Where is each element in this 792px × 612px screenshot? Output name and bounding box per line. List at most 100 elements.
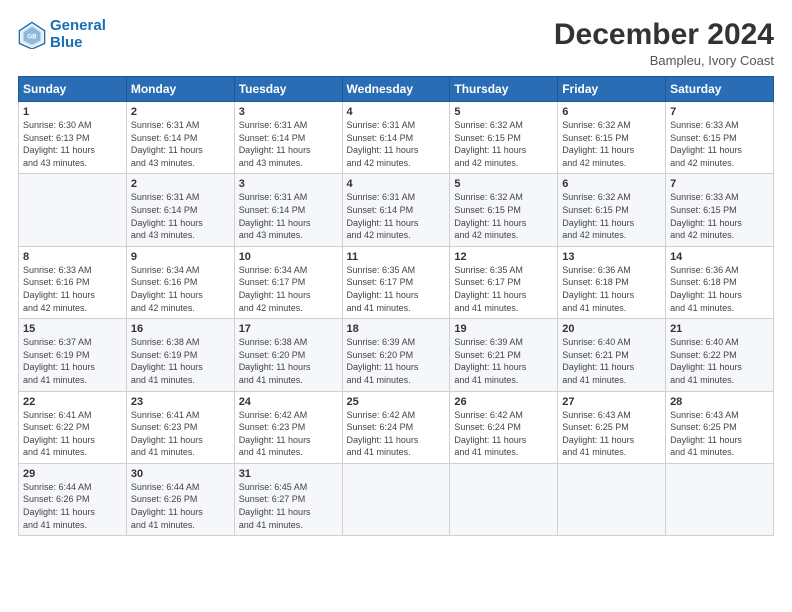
header: GB General Blue December 2024 Bampleu, I… xyxy=(18,18,774,68)
calendar-table: Sunday Monday Tuesday Wednesday Thursday… xyxy=(18,76,774,536)
day-number: 30 xyxy=(131,468,230,480)
table-cell: 3Sunrise: 6:31 AM Sunset: 6:14 PM Daylig… xyxy=(234,174,342,246)
day-info: Sunrise: 6:43 AM Sunset: 6:25 PM Dayligh… xyxy=(562,409,661,459)
day-number: 9 xyxy=(131,251,230,263)
day-info: Sunrise: 6:33 AM Sunset: 6:15 PM Dayligh… xyxy=(670,119,769,169)
table-row: 22Sunrise: 6:41 AM Sunset: 6:22 PM Dayli… xyxy=(19,391,774,463)
table-cell: 30Sunrise: 6:44 AM Sunset: 6:26 PM Dayli… xyxy=(126,463,234,535)
table-cell xyxy=(19,174,127,246)
day-number: 15 xyxy=(23,323,122,335)
table-cell: 23Sunrise: 6:41 AM Sunset: 6:23 PM Dayli… xyxy=(126,391,234,463)
day-info: Sunrise: 6:31 AM Sunset: 6:14 PM Dayligh… xyxy=(131,191,230,241)
day-info: Sunrise: 6:36 AM Sunset: 6:18 PM Dayligh… xyxy=(670,264,769,314)
col-saturday: Saturday xyxy=(666,77,774,102)
day-info: Sunrise: 6:33 AM Sunset: 6:15 PM Dayligh… xyxy=(670,191,769,241)
table-cell: 1Sunrise: 6:30 AM Sunset: 6:13 PM Daylig… xyxy=(19,102,127,174)
table-cell xyxy=(450,463,558,535)
table-cell: 31Sunrise: 6:45 AM Sunset: 6:27 PM Dayli… xyxy=(234,463,342,535)
day-info: Sunrise: 6:31 AM Sunset: 6:14 PM Dayligh… xyxy=(239,191,338,241)
table-cell: 9Sunrise: 6:34 AM Sunset: 6:16 PM Daylig… xyxy=(126,246,234,318)
table-cell: 8Sunrise: 6:33 AM Sunset: 6:16 PM Daylig… xyxy=(19,246,127,318)
table-cell: 26Sunrise: 6:42 AM Sunset: 6:24 PM Dayli… xyxy=(450,391,558,463)
day-info: Sunrise: 6:32 AM Sunset: 6:15 PM Dayligh… xyxy=(454,191,553,241)
day-info: Sunrise: 6:42 AM Sunset: 6:23 PM Dayligh… xyxy=(239,409,338,459)
table-cell: 29Sunrise: 6:44 AM Sunset: 6:26 PM Dayli… xyxy=(19,463,127,535)
day-info: Sunrise: 6:35 AM Sunset: 6:17 PM Dayligh… xyxy=(454,264,553,314)
day-number: 7 xyxy=(670,106,769,118)
svg-text:GB: GB xyxy=(27,33,37,40)
calendar-body: 1Sunrise: 6:30 AM Sunset: 6:13 PM Daylig… xyxy=(19,102,774,536)
day-number: 20 xyxy=(562,323,661,335)
logo-text: General Blue xyxy=(50,18,106,51)
day-info: Sunrise: 6:39 AM Sunset: 6:21 PM Dayligh… xyxy=(454,336,553,386)
table-cell: 27Sunrise: 6:43 AM Sunset: 6:25 PM Dayli… xyxy=(558,391,666,463)
day-info: Sunrise: 6:42 AM Sunset: 6:24 PM Dayligh… xyxy=(454,409,553,459)
table-cell xyxy=(558,463,666,535)
day-number: 5 xyxy=(454,106,553,118)
day-number: 22 xyxy=(23,396,122,408)
day-number: 13 xyxy=(562,251,661,263)
table-cell: 24Sunrise: 6:42 AM Sunset: 6:23 PM Dayli… xyxy=(234,391,342,463)
day-info: Sunrise: 6:40 AM Sunset: 6:22 PM Dayligh… xyxy=(670,336,769,386)
day-info: Sunrise: 6:41 AM Sunset: 6:23 PM Dayligh… xyxy=(131,409,230,459)
table-cell: 18Sunrise: 6:39 AM Sunset: 6:20 PM Dayli… xyxy=(342,319,450,391)
table-cell xyxy=(666,463,774,535)
day-number: 8 xyxy=(23,251,122,263)
day-info: Sunrise: 6:32 AM Sunset: 6:15 PM Dayligh… xyxy=(562,119,661,169)
day-number: 2 xyxy=(131,178,230,190)
day-number: 28 xyxy=(670,396,769,408)
day-info: Sunrise: 6:31 AM Sunset: 6:14 PM Dayligh… xyxy=(347,119,446,169)
table-cell: 5Sunrise: 6:32 AM Sunset: 6:15 PM Daylig… xyxy=(450,102,558,174)
month-title: December 2024 xyxy=(554,18,774,51)
day-number: 6 xyxy=(562,106,661,118)
day-number: 27 xyxy=(562,396,661,408)
day-number: 5 xyxy=(454,178,553,190)
day-info: Sunrise: 6:32 AM Sunset: 6:15 PM Dayligh… xyxy=(562,191,661,241)
logo-line1: General xyxy=(50,17,106,34)
day-number: 6 xyxy=(562,178,661,190)
table-row: 15Sunrise: 6:37 AM Sunset: 6:19 PM Dayli… xyxy=(19,319,774,391)
table-cell: 22Sunrise: 6:41 AM Sunset: 6:22 PM Dayli… xyxy=(19,391,127,463)
col-friday: Friday xyxy=(558,77,666,102)
logo-line2: Blue xyxy=(50,34,83,51)
col-sunday: Sunday xyxy=(19,77,127,102)
day-info: Sunrise: 6:45 AM Sunset: 6:27 PM Dayligh… xyxy=(239,481,338,531)
day-number: 10 xyxy=(239,251,338,263)
table-cell: 4Sunrise: 6:31 AM Sunset: 6:14 PM Daylig… xyxy=(342,174,450,246)
day-info: Sunrise: 6:34 AM Sunset: 6:17 PM Dayligh… xyxy=(239,264,338,314)
day-number: 24 xyxy=(239,396,338,408)
day-info: Sunrise: 6:34 AM Sunset: 6:16 PM Dayligh… xyxy=(131,264,230,314)
day-info: Sunrise: 6:44 AM Sunset: 6:26 PM Dayligh… xyxy=(23,481,122,531)
table-cell: 14Sunrise: 6:36 AM Sunset: 6:18 PM Dayli… xyxy=(666,246,774,318)
day-number: 17 xyxy=(239,323,338,335)
table-cell: 7Sunrise: 6:33 AM Sunset: 6:15 PM Daylig… xyxy=(666,102,774,174)
day-number: 31 xyxy=(239,468,338,480)
table-cell: 3Sunrise: 6:31 AM Sunset: 6:14 PM Daylig… xyxy=(234,102,342,174)
table-cell: 13Sunrise: 6:36 AM Sunset: 6:18 PM Dayli… xyxy=(558,246,666,318)
day-info: Sunrise: 6:40 AM Sunset: 6:21 PM Dayligh… xyxy=(562,336,661,386)
table-cell: 16Sunrise: 6:38 AM Sunset: 6:19 PM Dayli… xyxy=(126,319,234,391)
day-info: Sunrise: 6:41 AM Sunset: 6:22 PM Dayligh… xyxy=(23,409,122,459)
day-info: Sunrise: 6:44 AM Sunset: 6:26 PM Dayligh… xyxy=(131,481,230,531)
title-block: December 2024 Bampleu, Ivory Coast xyxy=(554,18,774,68)
table-cell: 7Sunrise: 6:33 AM Sunset: 6:15 PM Daylig… xyxy=(666,174,774,246)
table-cell: 10Sunrise: 6:34 AM Sunset: 6:17 PM Dayli… xyxy=(234,246,342,318)
table-row: 8Sunrise: 6:33 AM Sunset: 6:16 PM Daylig… xyxy=(19,246,774,318)
table-cell: 15Sunrise: 6:37 AM Sunset: 6:19 PM Dayli… xyxy=(19,319,127,391)
day-number: 3 xyxy=(239,106,338,118)
header-row: Sunday Monday Tuesday Wednesday Thursday… xyxy=(19,77,774,102)
day-number: 18 xyxy=(347,323,446,335)
day-info: Sunrise: 6:36 AM Sunset: 6:18 PM Dayligh… xyxy=(562,264,661,314)
day-info: Sunrise: 6:32 AM Sunset: 6:15 PM Dayligh… xyxy=(454,119,553,169)
day-number: 1 xyxy=(23,106,122,118)
day-info: Sunrise: 6:38 AM Sunset: 6:20 PM Dayligh… xyxy=(239,336,338,386)
col-wednesday: Wednesday xyxy=(342,77,450,102)
day-number: 7 xyxy=(670,178,769,190)
table-cell: 12Sunrise: 6:35 AM Sunset: 6:17 PM Dayli… xyxy=(450,246,558,318)
day-info: Sunrise: 6:31 AM Sunset: 6:14 PM Dayligh… xyxy=(347,191,446,241)
day-number: 3 xyxy=(239,178,338,190)
day-number: 23 xyxy=(131,396,230,408)
col-monday: Monday xyxy=(126,77,234,102)
page: GB General Blue December 2024 Bampleu, I… xyxy=(0,0,792,612)
table-row: 2Sunrise: 6:31 AM Sunset: 6:14 PM Daylig… xyxy=(19,174,774,246)
